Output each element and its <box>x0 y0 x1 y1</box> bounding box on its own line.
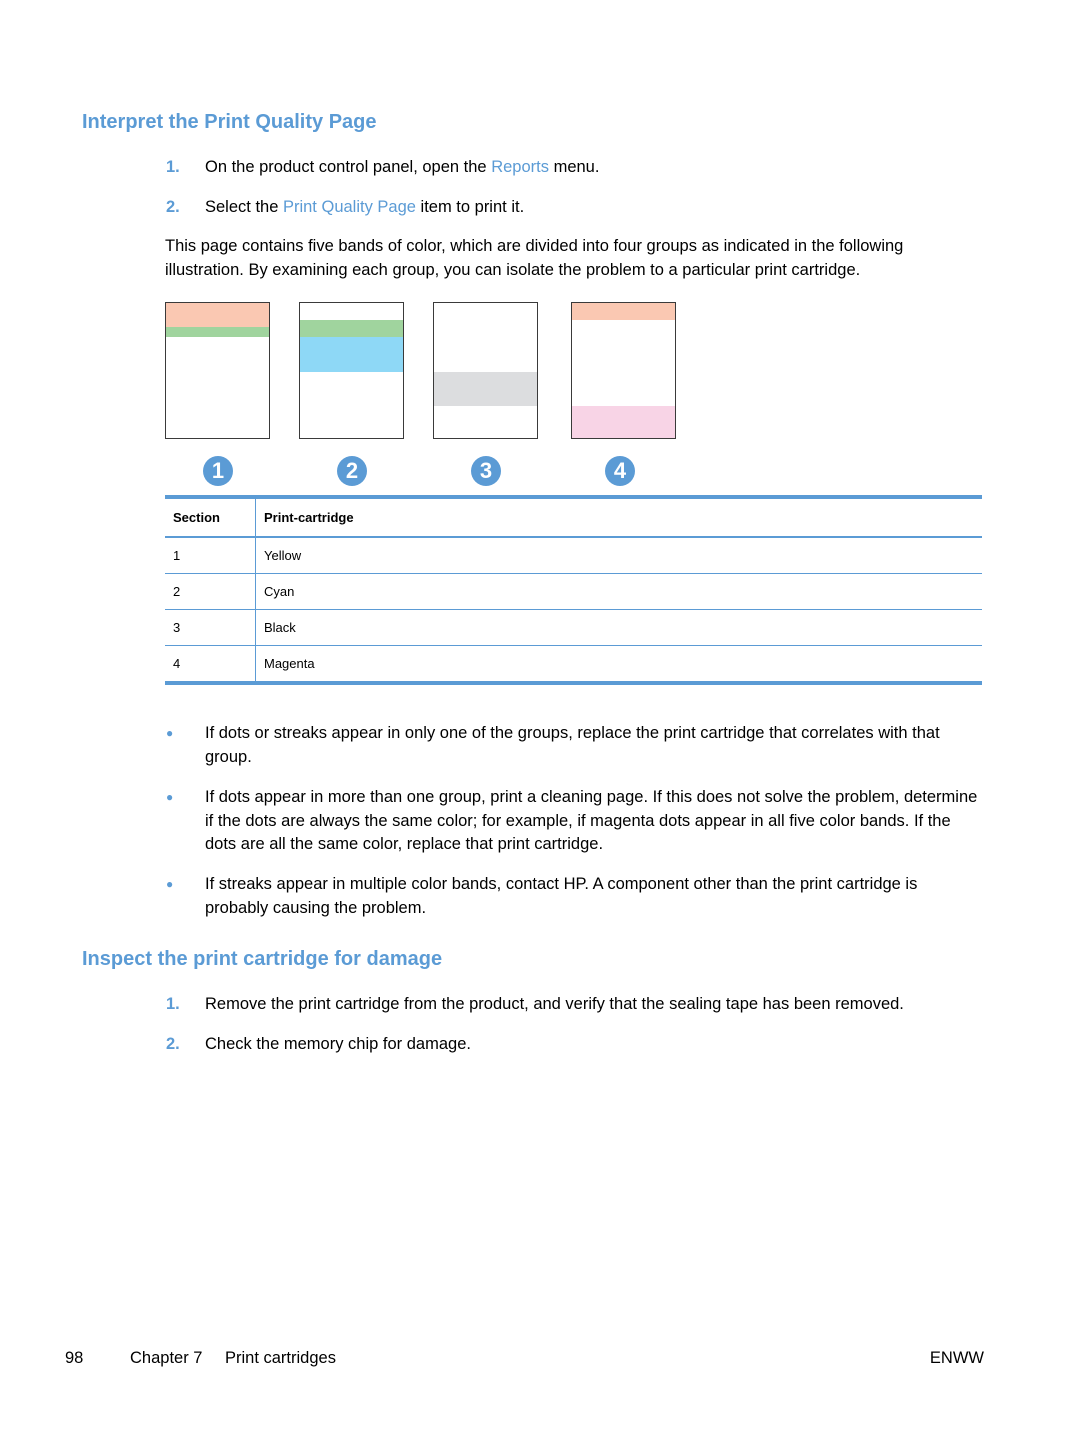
step-text: Remove the print cartridge from the prod… <box>205 995 904 1013</box>
band-gray <box>434 372 537 406</box>
header-section: Section <box>165 495 256 538</box>
cell-cartridge: Cyan <box>255 573 982 610</box>
step-number: 2. <box>166 198 180 216</box>
print-quality-page-link[interactable]: Print Quality Page <box>283 198 416 216</box>
bullet-icon: ● <box>166 877 174 891</box>
table-row: 4 Magenta <box>165 645 982 685</box>
step-text-after: item to print it. <box>415 198 525 216</box>
band-green <box>166 327 269 337</box>
cell-cartridge: Yellow <box>255 537 982 574</box>
band-orange <box>166 303 269 327</box>
section-cartridge-table: Section Print-cartridge 1 Yellow 2 Cyan … <box>165 495 982 685</box>
cell-section: 2 <box>165 573 256 610</box>
bullet-icon: ● <box>166 726 174 740</box>
section-heading-interpret: Interpret the Print Quality Page <box>82 111 377 133</box>
bullet-text: If dots or streaks appear in only one of… <box>205 724 940 766</box>
band-orange <box>572 303 675 320</box>
bullet-icon: ● <box>166 790 174 804</box>
step-text: Select the Print Quality Page item to pr… <box>205 197 524 217</box>
callout-3-icon: 3 <box>471 456 501 486</box>
step-text-after: menu. <box>548 158 600 176</box>
band-cyan <box>300 337 403 372</box>
table-row: 3 Black <box>165 609 982 646</box>
cell-section: 4 <box>165 645 256 685</box>
step-text-before: Select the <box>205 198 283 216</box>
step-text-before: On the product control panel, open the <box>205 158 492 176</box>
cell-section: 3 <box>165 609 256 646</box>
step-text: On the product control panel, open the R… <box>205 157 599 177</box>
page-sample-2 <box>299 302 404 439</box>
intro-paragraph: This page contains five bands of color, … <box>165 237 904 279</box>
band-pink <box>572 406 675 438</box>
step-number: 1. <box>166 995 180 1013</box>
table-header-row: Section Print-cartridge <box>165 495 982 538</box>
reports-link[interactable]: Reports <box>491 158 549 176</box>
band-green <box>300 320 403 337</box>
callout-2-icon: 2 <box>337 456 367 486</box>
callout-1-icon: 1 <box>203 456 233 486</box>
page-sample-4 <box>571 302 676 439</box>
page-number: 98 <box>65 1349 84 1367</box>
cell-cartridge: Black <box>255 609 982 646</box>
step-text: Check the memory chip for damage. <box>205 1035 471 1053</box>
chapter-title: Print cartridges <box>225 1349 336 1367</box>
bullet-text: If streaks appear in multiple color band… <box>205 875 918 917</box>
header-print-cartridge: Print-cartridge <box>255 495 982 538</box>
page-sample-3 <box>433 302 538 439</box>
page-sample-1 <box>165 302 270 439</box>
cell-cartridge: Magenta <box>255 645 982 685</box>
bullet-text: If dots appear in more than one group, p… <box>205 788 978 853</box>
section-heading-inspect: Inspect the print cartridge for damage <box>82 948 443 970</box>
step-number: 2. <box>166 1035 180 1053</box>
table-row: 1 Yellow <box>165 537 982 574</box>
table-row: 2 Cyan <box>165 573 982 610</box>
chapter-label: Chapter 7 <box>130 1349 203 1367</box>
footer-locale: ENWW <box>929 1349 984 1367</box>
cell-section: 1 <box>165 537 256 574</box>
step-number: 1. <box>166 158 180 176</box>
callout-4-icon: 4 <box>605 456 635 486</box>
